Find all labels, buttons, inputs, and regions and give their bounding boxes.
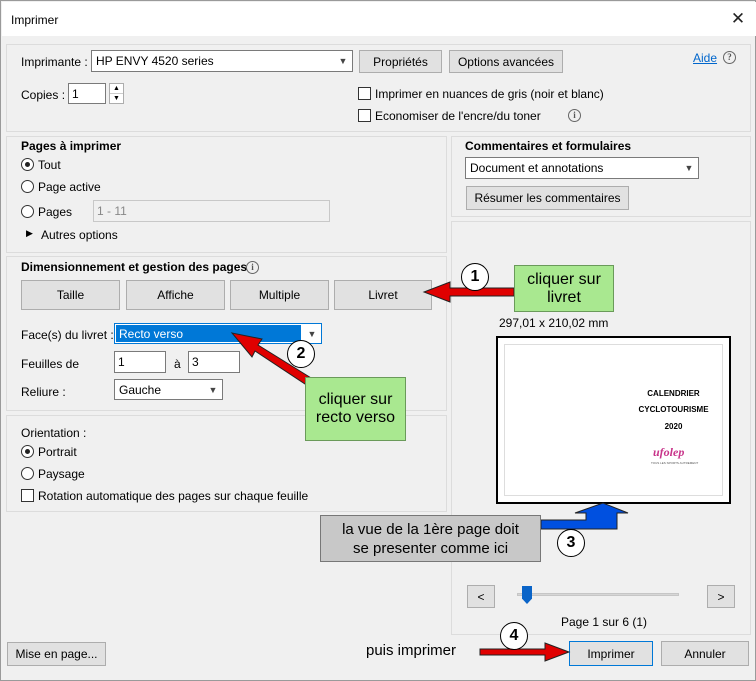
step-2-badge: 2	[287, 340, 315, 368]
callout-recto-verso: cliquer sur recto verso	[305, 377, 406, 441]
step-1-badge: 1	[461, 263, 489, 291]
arrow-to-preview	[540, 502, 629, 530]
step-4-badge: 4	[500, 622, 528, 650]
callout-print: puis imprimer	[366, 642, 457, 659]
annotation-arrows	[230, 281, 629, 662]
step-3-badge: 3	[557, 529, 585, 557]
callout-preview-line-1: la vue de la 1ère page doit	[342, 520, 519, 538]
arrow-to-print	[479, 642, 571, 662]
callout-preview: la vue de la 1ère page doit se presenter…	[320, 515, 541, 562]
callout-preview-line-2: se presenter comme ici	[352, 539, 509, 557]
callout-booklet: cliquer sur livret	[514, 265, 614, 312]
